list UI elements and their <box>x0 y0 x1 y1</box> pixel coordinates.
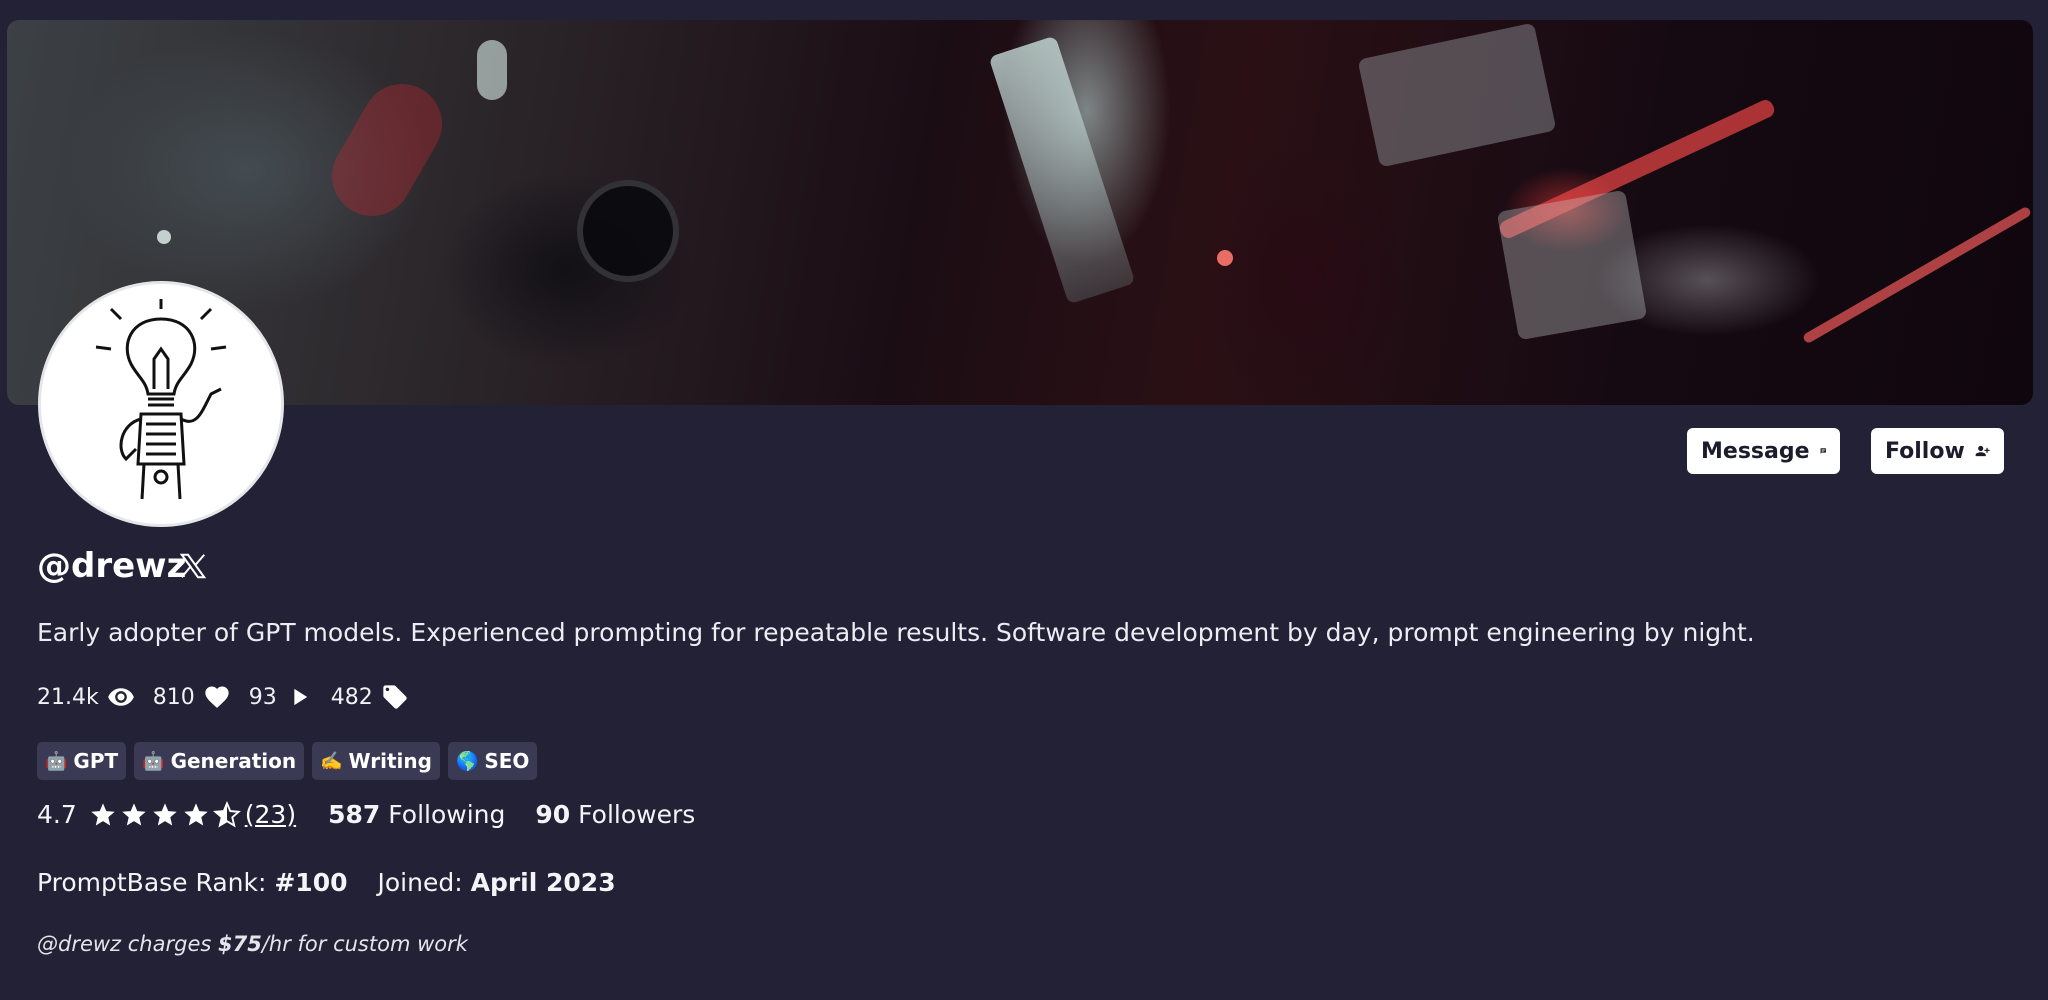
custom-work-suffix: /hr for custom work <box>261 932 468 956</box>
following-count: 587 <box>328 800 381 829</box>
lightbulb-robot-icon <box>95 299 227 500</box>
tag-label: GPT <box>73 749 119 773</box>
tag-label: SEO <box>484 749 530 773</box>
x-logo-icon[interactable] <box>178 551 208 581</box>
tag-gpt[interactable]: 🤖 GPT <box>37 742 127 780</box>
tag-label: Writing <box>348 749 432 773</box>
rank-joined-row: PromptBase Rank: #100 Joined: April 2023 <box>37 868 616 897</box>
joined-value: April 2023 <box>470 868 616 897</box>
follow-button-label: Follow <box>1885 438 1965 464</box>
tag-icon <box>383 685 407 709</box>
views-count: 21.4k <box>37 684 99 710</box>
category-tags: 🤖 GPT 🤖 Generation ✍️ Writing 🌎 SEO <box>37 742 538 780</box>
message-button[interactable]: Message <box>1687 428 1840 474</box>
tag-writing[interactable]: ✍️ Writing <box>312 742 440 780</box>
profile-banner <box>7 20 2033 405</box>
heart-icon <box>205 686 229 708</box>
star-icon <box>122 802 146 825</box>
robot-emoji-icon: 🤖 <box>142 750 165 772</box>
writing-hand-emoji-icon: ✍️ <box>320 750 343 772</box>
likes-count: 810 <box>152 684 195 710</box>
star-half-icon <box>212 800 241 827</box>
play-icon <box>294 688 307 706</box>
tag-generation[interactable]: 🤖 Generation <box>134 742 305 780</box>
tag-label: Generation <box>170 749 297 773</box>
following-label: Following <box>388 800 506 829</box>
tag-seo[interactable]: 🌎 SEO <box>447 742 538 780</box>
message-button-label: Message <box>1701 438 1810 464</box>
rank-label: PromptBase Rank: <box>37 868 267 897</box>
globe-emoji-icon: 🌎 <box>455 750 479 772</box>
person-add-icon <box>1975 445 1990 457</box>
plays-stat: 93 <box>249 683 313 711</box>
tags-stat: 482 <box>331 683 409 711</box>
plays-count: 93 <box>248 684 277 710</box>
rating-row: 4.7 (23) 587 Following 90 Followers <box>37 800 725 829</box>
followers-link[interactable]: 90 Followers <box>535 800 695 829</box>
followers-count: 90 <box>535 800 571 829</box>
joined-label: Joined: <box>377 868 463 897</box>
robot-emoji-icon: 🤖 <box>45 750 68 772</box>
custom-work-rate: @drewz charges $75/hr for custom work <box>37 932 468 956</box>
custom-work-price: $75 <box>217 932 262 956</box>
views-stat: 21.4k <box>37 683 135 711</box>
follow-button[interactable]: Follow <box>1871 428 2004 474</box>
rating-stars <box>89 800 241 829</box>
eye-icon <box>107 688 134 706</box>
likes-stat: 810 <box>153 683 231 711</box>
profile-stats: 21.4k 810 93 482 <box>37 683 427 711</box>
following-link[interactable]: 587 Following <box>328 800 505 829</box>
star-icon <box>91 802 115 825</box>
rating-count-link[interactable]: (23) <box>245 800 296 829</box>
profile-bio: Early adopter of GPT models. Experienced… <box>37 618 1755 647</box>
tags-count: 482 <box>330 684 373 710</box>
followers-label: Followers <box>578 800 696 829</box>
avatar <box>38 281 284 527</box>
username: @drewz <box>37 546 187 586</box>
rating-value: 4.7 <box>37 800 77 829</box>
rank-value: #100 <box>274 868 348 897</box>
star-icon <box>153 802 177 825</box>
custom-work-prefix: @drewz charges <box>37 932 218 956</box>
star-icon <box>184 802 208 825</box>
chat-icon <box>1820 448 1826 454</box>
